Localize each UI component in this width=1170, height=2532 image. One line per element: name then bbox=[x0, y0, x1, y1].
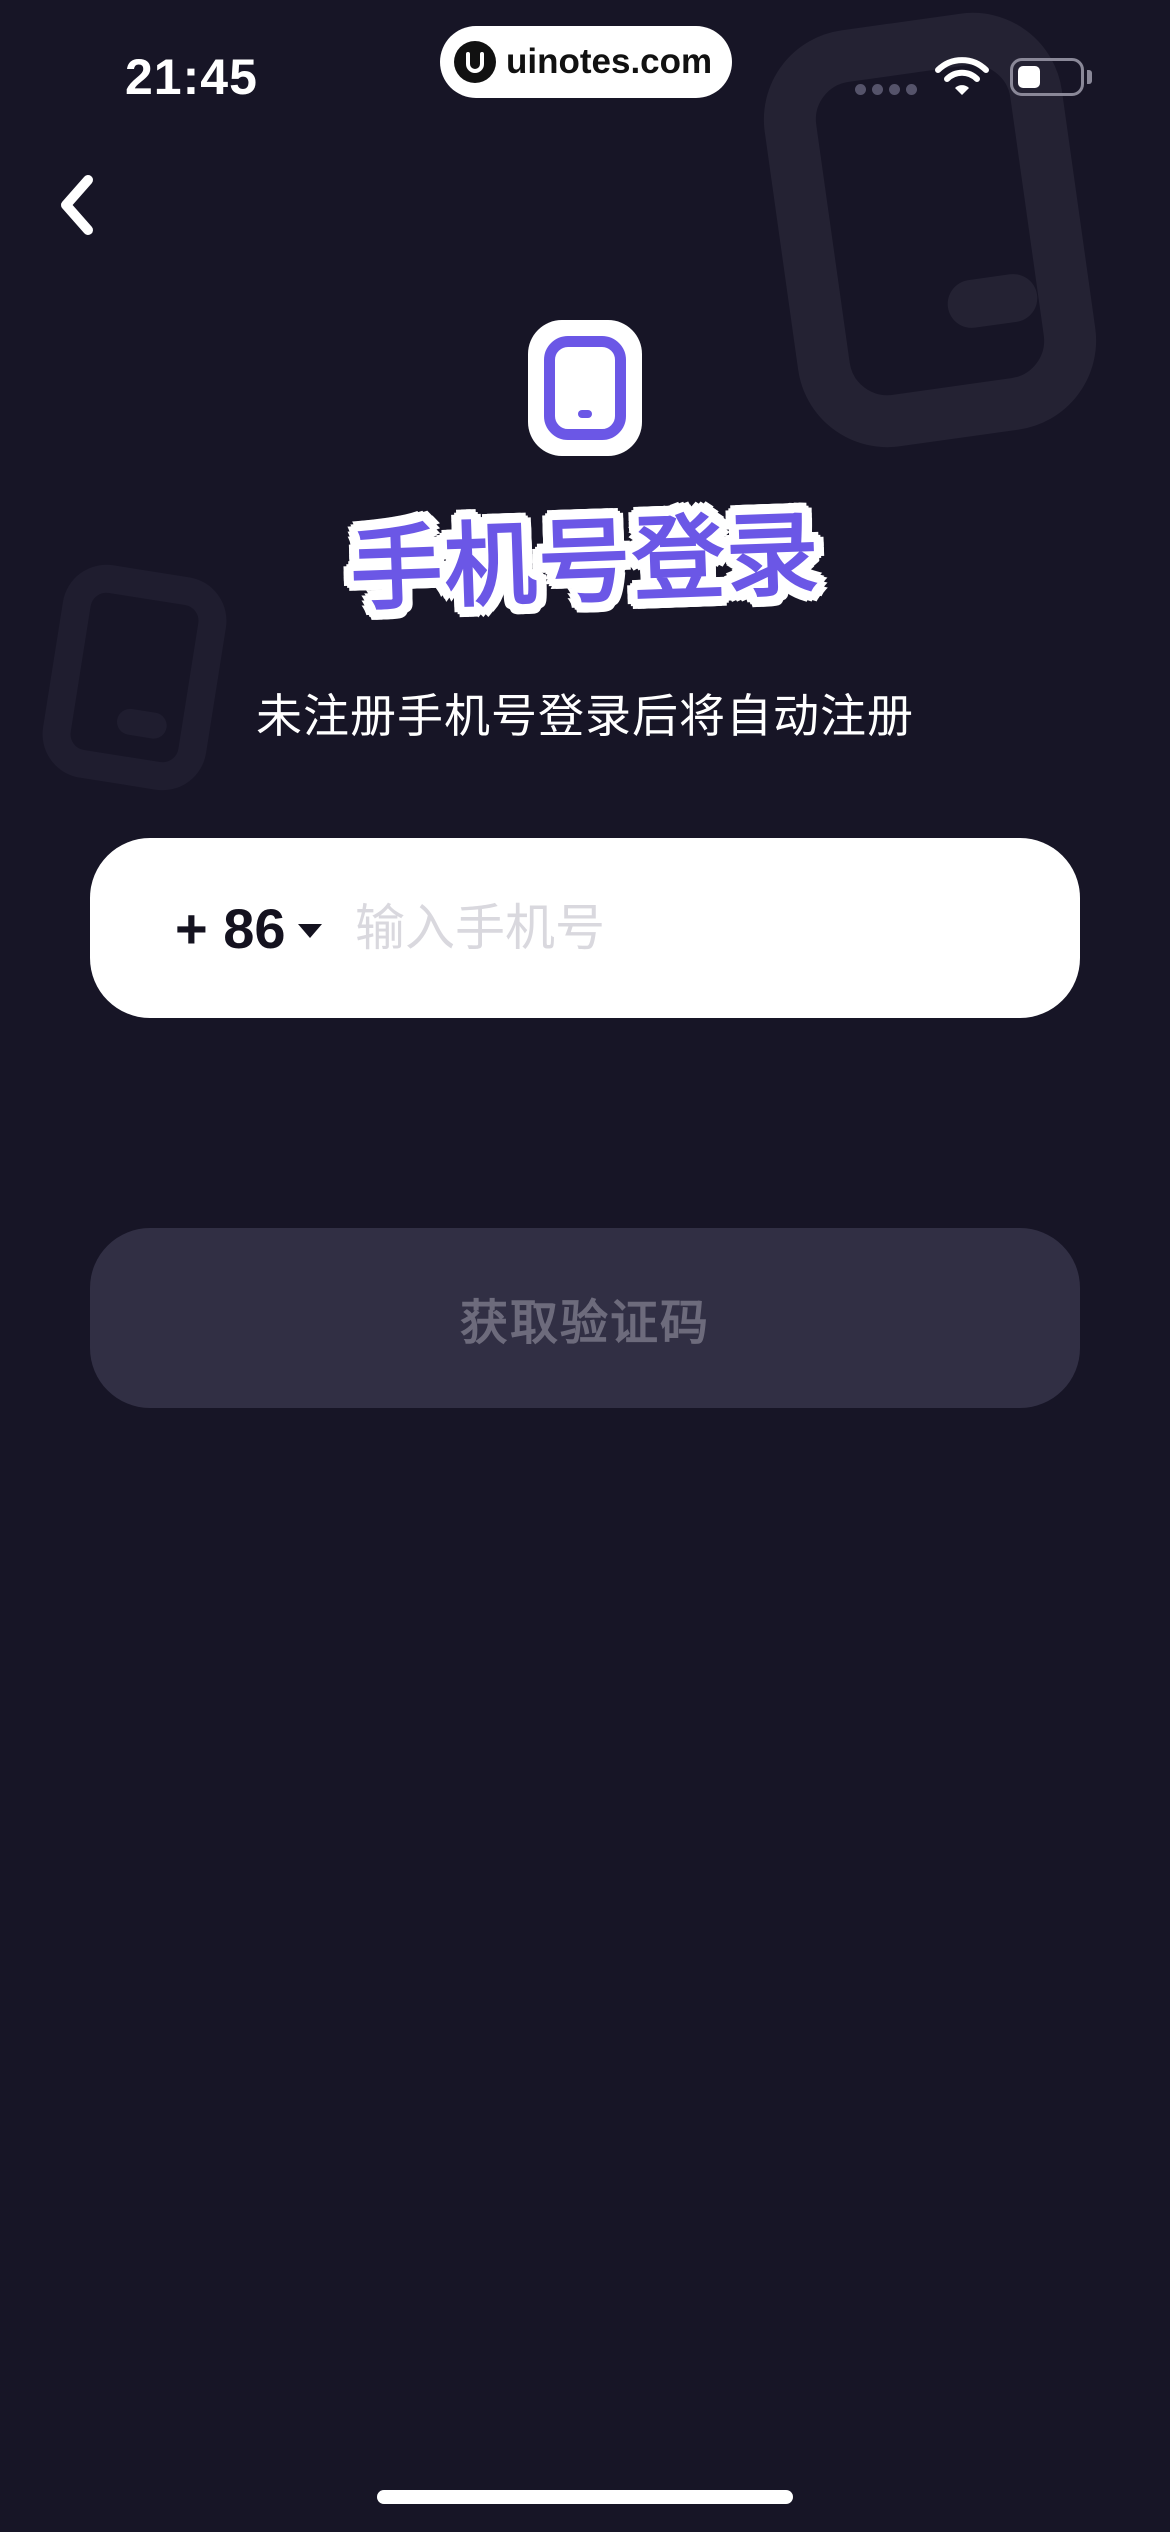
wifi-icon bbox=[935, 56, 989, 100]
uinotes-logo-icon bbox=[454, 41, 496, 83]
chevron-left-icon bbox=[61, 175, 93, 235]
country-code-label: + 86 bbox=[175, 896, 286, 960]
phone-number-input[interactable] bbox=[355, 888, 1045, 968]
home-indicator[interactable] bbox=[377, 2490, 793, 2504]
cellular-signal-icon bbox=[855, 84, 917, 95]
country-code-selector[interactable]: + 86 bbox=[175, 838, 322, 1018]
page-subtitle: 未注册手机号登录后将自动注册 bbox=[256, 689, 914, 743]
back-button[interactable] bbox=[50, 170, 110, 240]
battery-tip bbox=[1087, 70, 1092, 84]
page-title: 手机号登录 bbox=[348, 500, 823, 625]
url-badge-text: uinotes.com bbox=[506, 42, 713, 81]
mobile-phone-icon bbox=[528, 320, 642, 456]
get-verification-code-button[interactable]: 获取验证码 bbox=[90, 1228, 1080, 1408]
status-time: 21:45 bbox=[125, 49, 258, 105]
url-badge: uinotes.com bbox=[440, 26, 732, 98]
battery-icon bbox=[1010, 58, 1084, 96]
phone-number-field: + 86 bbox=[90, 838, 1080, 1018]
caret-down-icon bbox=[297, 924, 322, 938]
